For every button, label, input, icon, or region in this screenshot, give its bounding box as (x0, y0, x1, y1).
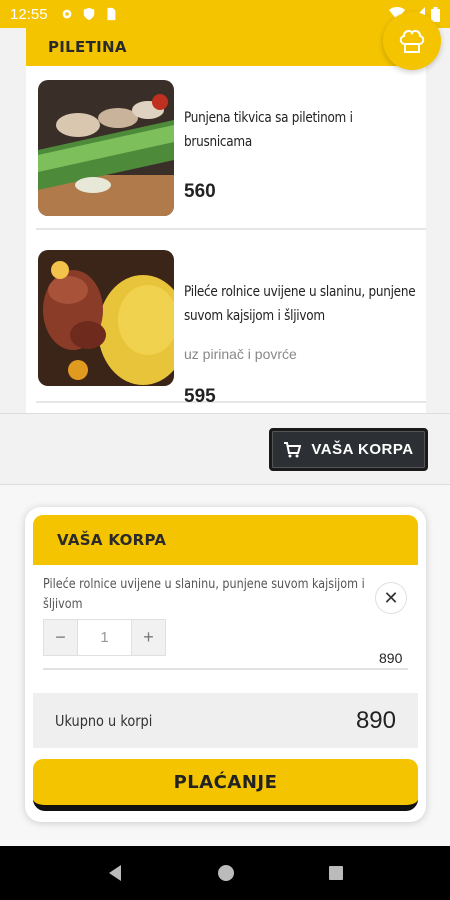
cart-button[interactable]: VAŠA KORPA (269, 428, 428, 471)
cart-total-row: Ukupno u korpi 890 (33, 693, 418, 748)
gear-icon (62, 9, 71, 19)
cart-panel-area: VAŠA KORPA Pileće rolnice uvijene u slan… (0, 485, 450, 846)
cart-icon (284, 441, 302, 457)
menu-category-card: PILETINA Punjena tikvica sa piletinom i … (26, 28, 426, 413)
item-image[interactable] (38, 80, 174, 216)
item-description: uz pirinač i povrće (184, 346, 297, 362)
cart-title: VAŠA KORPA (33, 515, 418, 565)
divider (43, 668, 408, 670)
close-icon: ✕ (383, 587, 399, 608)
chef-hat-icon (399, 29, 425, 53)
cart-item-price: 890 (379, 650, 403, 666)
cart-bar: VAŠA KORPA (0, 413, 450, 485)
system-nav-bar (0, 846, 450, 900)
cart-panel: VAŠA KORPA Pileće rolnice uvijene u slan… (25, 507, 426, 822)
checkout-button[interactable]: PLAĆANJE (33, 759, 418, 811)
item-name: Pileće rolnice uvijene u slaninu, punjen… (184, 284, 416, 324)
sim-icon (107, 7, 115, 21)
item-name: Punjena tikvica sa piletinom i brusnicam… (184, 110, 353, 150)
quantity-stepper[interactable]: − 1 + (43, 619, 166, 656)
item-image[interactable] (38, 250, 174, 386)
recents-icon[interactable] (328, 865, 344, 881)
decrement-button[interactable]: − (44, 620, 77, 655)
item-price: 595 (184, 386, 216, 407)
total-value: 890 (355, 706, 396, 734)
menu-item[interactable]: Pileće rolnice uvijene u slaninu, punjen… (36, 230, 426, 407)
battery-icon (431, 6, 440, 22)
back-icon[interactable] (106, 864, 124, 882)
home-icon[interactable] (217, 864, 235, 882)
menu-item[interactable]: Punjena tikvica sa piletinom i brusnicam… (36, 66, 426, 230)
item-price: 560 (184, 181, 216, 202)
cart-item-name: Pileće rolnice uvijene u slaninu, punjen… (43, 577, 365, 612)
category-header: PILETINA (26, 28, 426, 66)
shield-icon (83, 7, 94, 21)
increment-button[interactable]: + (132, 620, 165, 655)
chef-hat-button[interactable] (383, 12, 441, 70)
cart-button-label: VAŠA KORPA (311, 441, 414, 458)
status-bar: 12:55 (0, 0, 450, 28)
menu-area: PILETINA Punjena tikvica sa piletinom i … (0, 28, 450, 413)
total-label: Ukupno u korpi (55, 711, 153, 730)
quantity-value[interactable]: 1 (77, 620, 132, 655)
status-time: 12:55 (10, 5, 48, 23)
remove-item-button[interactable]: ✕ (375, 582, 407, 614)
